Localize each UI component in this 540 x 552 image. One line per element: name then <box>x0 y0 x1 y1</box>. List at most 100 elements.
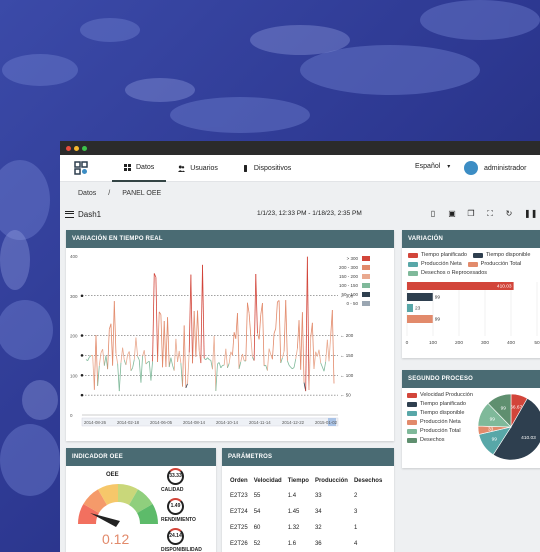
dashboard-toolbar: Dash1 1/1/23, 12:33 PM - 1/18/23, 2:35 P… <box>60 205 540 223</box>
series-segment <box>187 352 190 384</box>
table-cell: E2T25 <box>230 525 248 531</box>
series-segment <box>168 357 172 368</box>
series-segment <box>268 348 272 355</box>
tab-usuarios-label: Usuarios <box>190 164 218 172</box>
gauge-value: 0.12 <box>102 531 130 547</box>
series-segment <box>298 320 302 370</box>
series-segment <box>215 363 218 391</box>
threshold-label: ← 200 <box>340 333 354 338</box>
menu-icon[interactable] <box>65 210 74 218</box>
app-bar: Datos Usuarios Dispositivos Español ▾ ad… <box>60 155 540 182</box>
legend-swatch <box>407 410 417 416</box>
oee-card: INDICADOR OEE OEE 0.12 33.33 CALIDAD 1.49 R… <box>66 448 216 552</box>
legend-swatch <box>407 437 417 443</box>
legend-item[interactable]: Tiempo planificado <box>408 252 467 258</box>
kpi-label: DISPONIBILIDAD <box>161 547 202 552</box>
table-cell: 3 <box>353 509 358 515</box>
language-select[interactable]: Español ▾ <box>415 163 450 170</box>
table-row[interactable]: E2T25 60 1.32 32 1 <box>227 520 385 536</box>
window-titlebar <box>60 141 540 155</box>
pause-icon[interactable]: ❚❚ <box>524 209 537 218</box>
table-header-cell[interactable]: Producción <box>312 474 351 488</box>
table-header-cell[interactable]: Orden <box>227 474 251 488</box>
dashboard-name: Dash1 <box>78 209 102 219</box>
series-segment <box>89 355 92 358</box>
series-segment <box>102 349 105 366</box>
close-dot[interactable] <box>66 145 71 151</box>
copy-icon[interactable]: ❐ <box>467 209 475 218</box>
legend-item[interactable]: Velocidad Producción <box>407 392 473 398</box>
kpi-item: 33.33 CALIDAD <box>161 468 211 493</box>
series-segment <box>112 301 115 366</box>
series-segment <box>223 348 227 366</box>
username: administrador <box>484 164 527 172</box>
chevron-down-icon: ▾ <box>447 164 451 170</box>
x-tick-label: 2014-11-14 <box>249 420 271 425</box>
user-menu[interactable]: administrador <box>464 161 526 175</box>
series-segment <box>328 336 332 362</box>
refresh-icon[interactable]: ↻ <box>505 209 513 218</box>
maximize-dot[interactable] <box>82 145 87 151</box>
table-cell: E2T23 <box>230 493 248 499</box>
bar[interactable] <box>407 304 413 312</box>
series-segment <box>208 359 212 361</box>
series-segment <box>155 277 158 362</box>
language-value: Español <box>415 163 441 170</box>
series-segment <box>118 362 122 392</box>
table-header-cell[interactable]: Desechos <box>351 474 385 488</box>
tab-datos[interactable]: Datos <box>112 155 167 182</box>
table-header-cell[interactable]: Tiempo <box>285 474 312 488</box>
legend-item[interactable]: Producción Neta <box>408 261 462 267</box>
table-row[interactable]: E2T23 55 1.4 33 2 <box>227 488 385 504</box>
table-row[interactable]: E2T26 52 1.6 36 4 <box>227 536 385 552</box>
series-segment <box>227 363 230 368</box>
series-segment <box>295 348 298 360</box>
table-header-cell[interactable]: Velocidad <box>251 474 285 488</box>
tab-usuarios[interactable]: Usuarios <box>166 155 230 182</box>
breadcrumb-datos[interactable]: Datos <box>78 190 96 197</box>
legend-item[interactable]: Tiempo disponible <box>407 410 473 416</box>
table-row[interactable]: E2T24 54 1.45 34 3 <box>227 504 385 520</box>
series-segment <box>152 273 155 362</box>
phone-icon[interactable]: ▯ <box>429 209 437 218</box>
app-logo-icon[interactable] <box>74 161 88 175</box>
legend-label: Producción Neta <box>420 419 461 425</box>
threshold-label: ← 50 <box>340 393 351 398</box>
series-segment <box>253 273 257 361</box>
bar[interactable] <box>407 315 433 323</box>
minimize-dot[interactable] <box>74 145 79 151</box>
realtime-chart: 4003002001000← 300← 200← 150← 100← 50201… <box>70 254 370 427</box>
date-range[interactable]: 1/1/23, 12:33 PM - 1/18/23, 2:35 PM <box>257 210 362 217</box>
legend-swatch <box>407 428 417 434</box>
legend-item[interactable]: Tiempo disponible <box>472 252 531 258</box>
series-segment <box>93 335 97 390</box>
image-icon[interactable]: ▣ <box>448 209 456 218</box>
series-segment <box>326 339 330 362</box>
legend-swatch <box>467 261 478 267</box>
x-tick-label: 2014-02-18 <box>117 420 140 425</box>
fullscreen-icon[interactable]: ⛶ <box>486 209 494 218</box>
series-segment <box>175 338 178 363</box>
kpi-label: RENDIMIENTO <box>161 517 196 523</box>
series-segment <box>242 353 245 361</box>
table-cell: E2T24 <box>230 509 248 515</box>
legend-item[interactable]: Desechos o Reprocesados <box>408 270 487 276</box>
legend-item[interactable]: Producción Neta <box>407 419 473 425</box>
series-segment <box>220 365 223 369</box>
series-segment <box>143 350 147 365</box>
threshold-marker <box>80 294 84 298</box>
bar-label: 99 <box>435 317 441 323</box>
series-segment <box>177 350 180 363</box>
tab-dispositivos-label: Dispositivos <box>253 164 292 172</box>
legend-label: Tiempo disponible <box>485 252 531 258</box>
series-segment <box>167 317 170 368</box>
series-segment <box>202 264 205 359</box>
tab-dispositivos[interactable]: Dispositivos <box>230 155 303 182</box>
pie-label: 410.03 <box>521 435 536 441</box>
legend-item[interactable]: Desechos <box>407 437 473 443</box>
legend-item[interactable]: Producción Total <box>467 261 521 267</box>
legend-item[interactable]: Tiempo planificado <box>407 401 473 407</box>
table-cell: E2T26 <box>230 541 248 547</box>
bar[interactable] <box>407 293 433 301</box>
legend-item[interactable]: Producción Total <box>407 428 473 434</box>
